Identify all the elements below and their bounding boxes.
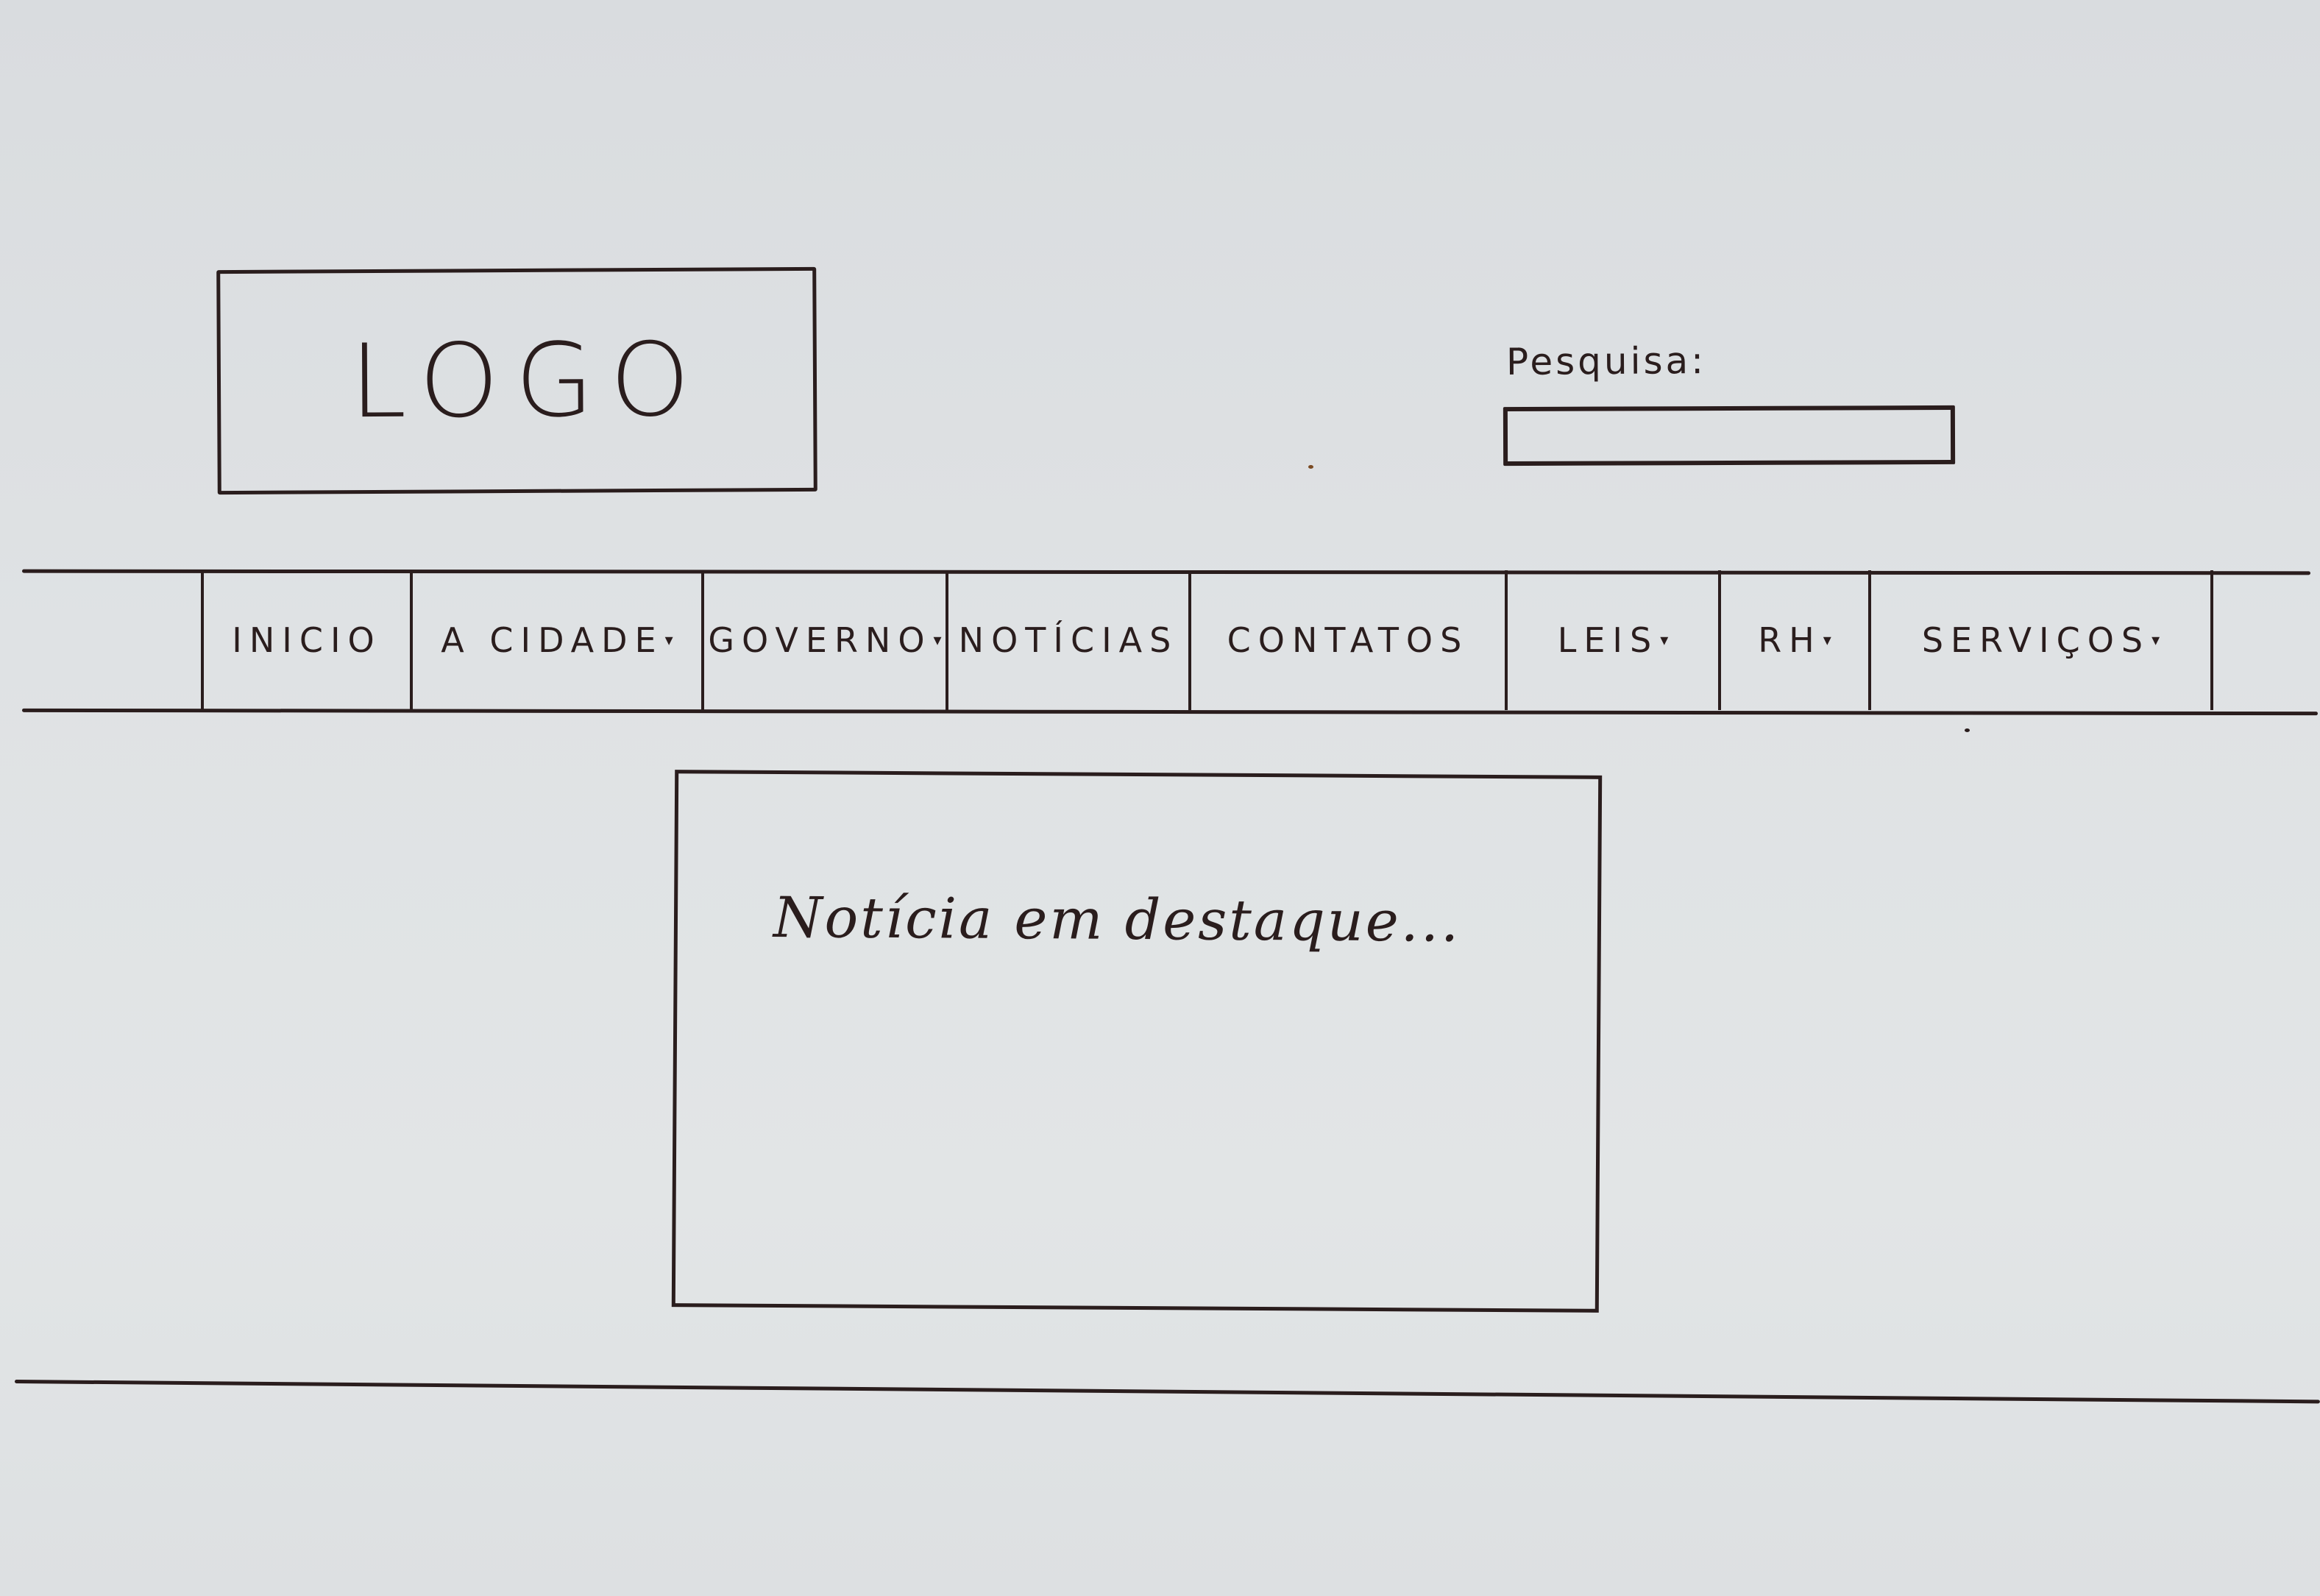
nav-item-rh[interactable]: RH ▾ <box>1718 570 1868 710</box>
ink-dot <box>1308 465 1313 469</box>
logo-text: LOGO <box>350 320 706 441</box>
nav-item-label: CONTATOS <box>1227 620 1469 660</box>
wireframe-paper: LOGO Pesquisa: INICIO A CIDADE ▾ GOVERNO… <box>0 0 2320 1596</box>
nav-item-noticias[interactable]: NOTÍCIAS <box>946 570 1188 710</box>
nav-item-governo[interactable]: GOVERNO ▾ <box>701 570 946 710</box>
nav-item-servicos[interactable]: SERVIÇOS ▾ <box>1868 570 2213 710</box>
nav-item-label: LEIS <box>1557 620 1659 660</box>
ink-dot <box>1965 728 1970 732</box>
search-label: Pesquisa: <box>1505 339 1707 383</box>
chevron-down-icon: ▾ <box>1823 631 1831 650</box>
footer-divider <box>14 1380 2320 1404</box>
search-input[interactable] <box>1503 405 1956 467</box>
nav-item-label: SERVIÇOS <box>1921 620 2151 660</box>
nav-item-label: GOVERNO <box>708 620 932 660</box>
logo[interactable]: LOGO <box>216 266 817 495</box>
chevron-down-icon: ▾ <box>933 631 942 650</box>
nav-item-leis[interactable]: LEIS ▾ <box>1505 570 1718 710</box>
chevron-down-icon: ▾ <box>1660 631 1669 650</box>
nav-item-label: INICIO <box>232 620 382 660</box>
nav-item-label: NOTÍCIAS <box>958 620 1179 660</box>
nav-item-contatos[interactable]: CONTATOS <box>1188 570 1505 710</box>
nav-item-inicio[interactable]: INICIO <box>201 570 410 710</box>
nav-item-a-cidade[interactable]: A CIDADE ▾ <box>410 570 701 710</box>
chevron-down-icon: ▾ <box>2152 631 2160 650</box>
featured-news-text: Notícia em destaque... <box>773 884 1461 954</box>
nav-item-label: A CIDADE <box>441 620 664 660</box>
main-nav: INICIO A CIDADE ▾ GOVERNO ▾ NOTÍCIAS CON… <box>201 570 2228 710</box>
chevron-down-icon: ▾ <box>664 631 673 650</box>
featured-news[interactable]: Notícia em destaque... <box>671 770 1603 1313</box>
nav-item-label: RH <box>1758 620 1822 660</box>
